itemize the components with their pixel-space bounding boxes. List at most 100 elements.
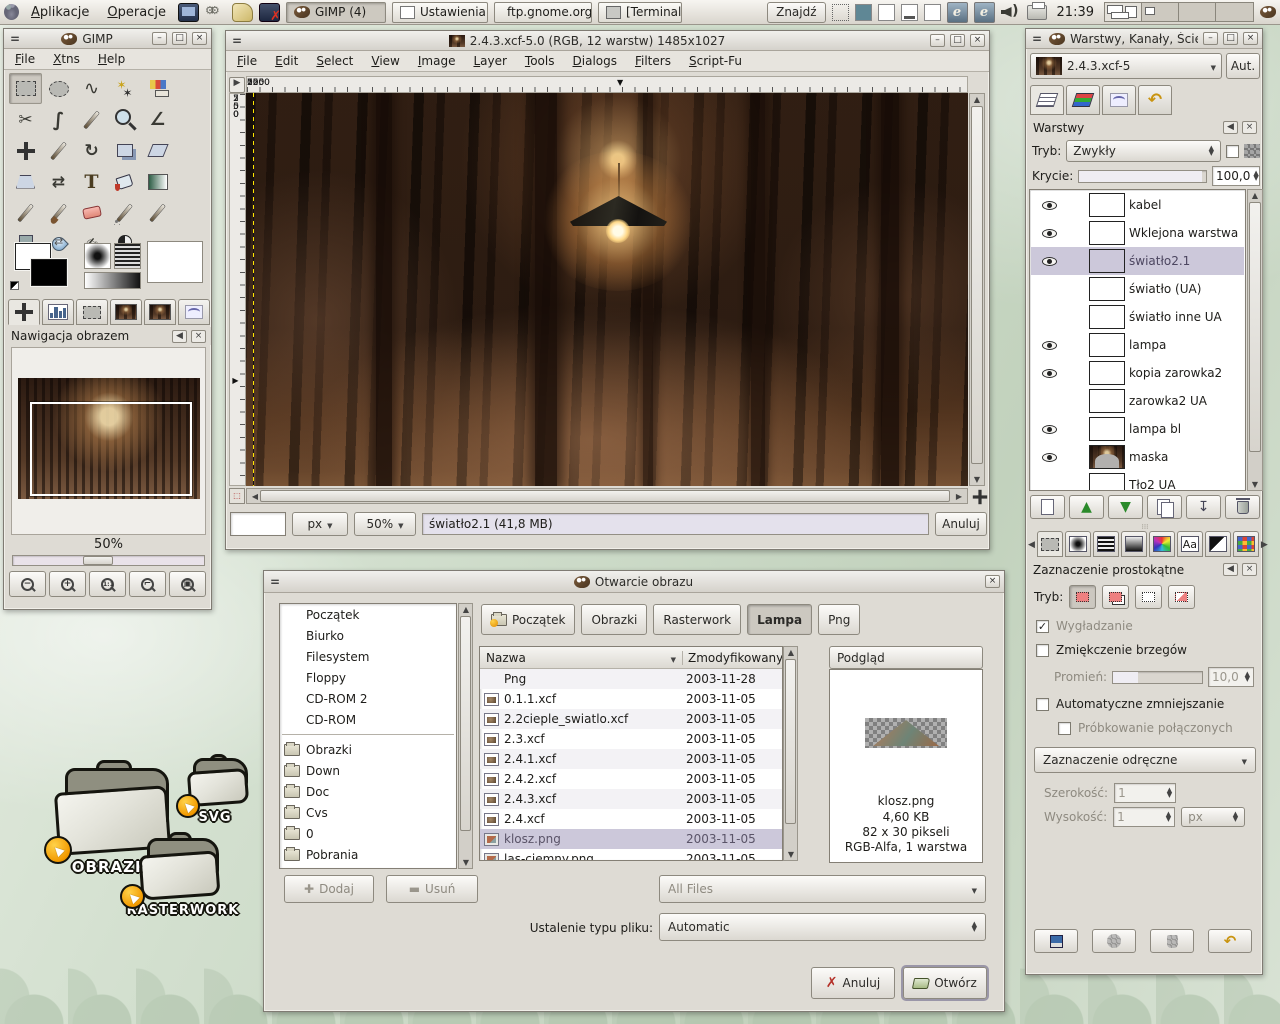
quickmask-toggle[interactable]: ⬚ [229,488,245,504]
layer-row[interactable]: Wklejona warstwa [1031,219,1244,247]
close-button[interactable]: × [985,575,1000,588]
file-row[interactable]: 2.4.xcf 2003-11-05 [480,809,782,829]
visibility-toggle[interactable] [1037,397,1061,406]
layers-titlebar[interactable]: = Warstwy, Kanały, Ścieżki, – □ × [1026,29,1262,49]
layers-scrollbar[interactable]: ▲ ▼ [1247,189,1263,491]
column-modified[interactable]: Zmodyfikowany [682,651,782,665]
autoshrink-checkbox[interactable] [1036,698,1049,711]
zoom-fill-button[interactable]: ▣ [169,571,206,597]
layer[interactable]: Layer [464,51,515,71]
ellipse-select[interactable] [42,73,75,104]
crop[interactable] [42,135,75,166]
fuzzy-select[interactable] [108,73,141,104]
workspace-box-1[interactable] [832,4,849,21]
file-filter-dropdown[interactable]: All Files [659,875,986,903]
volume-icon[interactable] [1001,4,1021,20]
opacity-spinbox[interactable]: 100,0▲▼ [1212,166,1260,186]
open-button[interactable]: Otwórz [903,967,987,999]
reset-options-button[interactable]: ↶ [1208,929,1252,953]
radius-spinbox[interactable]: 10,0▲▼ [1208,667,1254,687]
close-tab-icon[interactable]: × [1242,563,1257,576]
opacity-slider[interactable] [1078,170,1207,183]
file-row[interactable]: 2.3.xcf 2003-11-05 [480,729,782,749]
script-fu[interactable]: Script-Fu [680,51,751,71]
dialogs[interactable]: Dialogs [564,51,626,71]
rasterwork[interactable]: Rasterwork [653,604,741,635]
navigation-cross-button[interactable] [971,488,989,506]
menu-aplikacje[interactable]: Aplikacje [25,3,95,22]
scroll-right-icon[interactable]: ▶ [1261,540,1268,550]
image[interactable]: Image [409,51,465,71]
horizontal-scrollbar[interactable]: ◀ ▶ [246,488,968,504]
zoom-in-button[interactable]: + [49,571,86,597]
close-tab-icon[interactable]: × [1242,121,1257,134]
pager-workspace-4[interactable] [1216,3,1253,21]
maximize-button[interactable]: □ [1223,32,1238,45]
terminal-close-icon[interactable] [259,3,280,22]
gnome-menu-icon[interactable] [4,4,19,20]
view[interactable]: View [362,51,408,71]
menu-operacje[interactable]: Operacje [101,3,172,22]
close-tab-icon[interactable]: × [191,330,206,343]
file-row[interactable]: Png 2003-11-28 [480,669,782,689]
file-row[interactable]: 2.4.1.xcf 2003-11-05 [480,749,782,769]
default-colors-icon[interactable] [10,281,19,290]
dock-grip[interactable]: ⁞⁞⁞ [1026,523,1264,531]
e17-icon-2[interactable]: e [974,2,995,23]
sample-merged-checkbox[interactable] [1058,722,1071,735]
restore-options-button[interactable] [1092,929,1136,953]
zoom-out-button[interactable]: − [9,571,46,597]
column-name[interactable]: Nazwa [480,651,682,665]
remove-bookmark-button[interactable]: ▬Usuń [386,875,478,903]
navigation-preview[interactable] [18,378,200,499]
tab-histogram[interactable] [42,299,74,325]
gimp-tray-icon[interactable] [1260,6,1276,18]
workspace-pager[interactable] [1104,2,1254,22]
file-row[interactable]: 0.1.1.xcf 2003-11-05 [480,689,782,709]
filetype-dropdown[interactable]: Automatic▲▼ [659,913,986,941]
layer-row[interactable]: maska [1031,443,1244,471]
eraser[interactable] [75,197,108,228]
file-row[interactable]: 2.2cieple_swiatlo.xcf 2003-11-05 [480,709,782,729]
tab-paths[interactable] [1102,85,1136,115]
visibility-toggle[interactable] [1037,369,1061,378]
taskbar-terminal[interactable]: [Terminal] [598,2,682,23]
layer-row[interactable]: światło (UA) [1031,275,1244,303]
paths[interactable] [42,104,75,135]
scale[interactable] [108,135,141,166]
tab-navigation[interactable] [8,299,40,325]
pencil[interactable] [9,197,42,228]
canvas[interactable] [246,93,968,486]
ruler-origin-button[interactable]: ▶ [229,77,245,93]
raise-layer-button[interactable]: ▲ [1069,495,1104,519]
bookmark-item[interactable]: Pobrania [280,844,456,865]
zoom-1-1-button[interactable]: 1:1 [89,571,126,597]
taskbar-gimp[interactable]: GIMP (4) [286,2,386,23]
place-item[interactable]: Biurko [280,625,456,646]
close-button[interactable]: × [970,34,985,47]
place-item[interactable]: Filesystem [280,646,456,667]
height-spinbox[interactable]: 1▲▼ [1113,807,1175,827]
tab-palettes[interactable] [1149,531,1175,557]
file-row[interactable]: klosz.png 2003-11-05 [480,829,782,849]
printer-icon[interactable] [1027,5,1047,20]
close-button[interactable]: × [1243,32,1258,45]
image-window-titlebar[interactable]: = 2.4.3.xcf-5.0 (RGB, 12 warstw) 1485x10… [226,31,989,51]
close-button[interactable]: × [192,32,207,45]
gradient-indicator[interactable] [84,272,141,289]
file-list-scrollbar[interactable]: ▲ ▼ [783,646,798,861]
fixed-size-dropdown[interactable]: Zaznaczenie odręczne [1034,747,1256,773]
pager-workspace-1[interactable] [1105,3,1142,21]
taskbar-ustawienia[interactable]: Ustawienia moty [392,2,488,23]
tab-menu-icon[interactable]: ◀ [172,330,187,343]
antialias-checkbox[interactable]: ✓ [1036,620,1049,633]
unit-dropdown[interactable]: px▲▼ [1181,807,1245,827]
window-menu-icon[interactable]: = [268,575,282,589]
places-scrollbar[interactable]: ▲ ▼ [458,603,473,869]
visibility-toggle[interactable] [1037,257,1061,266]
navigation-view-rectangle[interactable] [30,402,192,496]
delete-layer-button[interactable] [1225,495,1260,519]
tab-selection[interactable] [76,299,108,325]
e17-icon-1[interactable]: e [947,2,968,23]
workspace-box-3[interactable] [878,4,895,21]
